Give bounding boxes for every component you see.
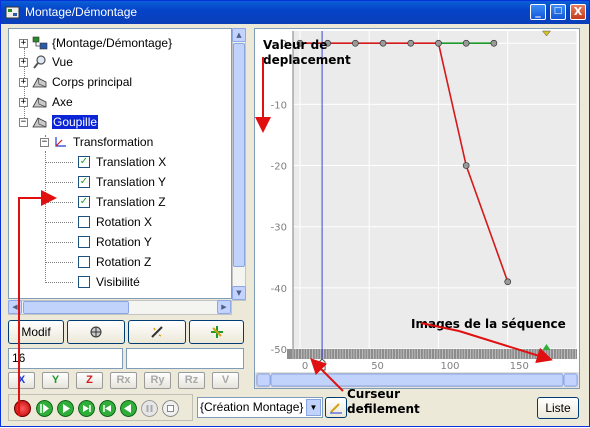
- app-window: Montage/Démontage _ □ X + {Montage/Démon…: [0, 0, 590, 427]
- arrow-images-left: [420, 322, 460, 332]
- annotation-arrows: [18, 57, 553, 416]
- arrow-curseur: [310, 358, 344, 392]
- arrow-tree: [18, 190, 57, 416]
- arrow-images-right: [458, 330, 553, 364]
